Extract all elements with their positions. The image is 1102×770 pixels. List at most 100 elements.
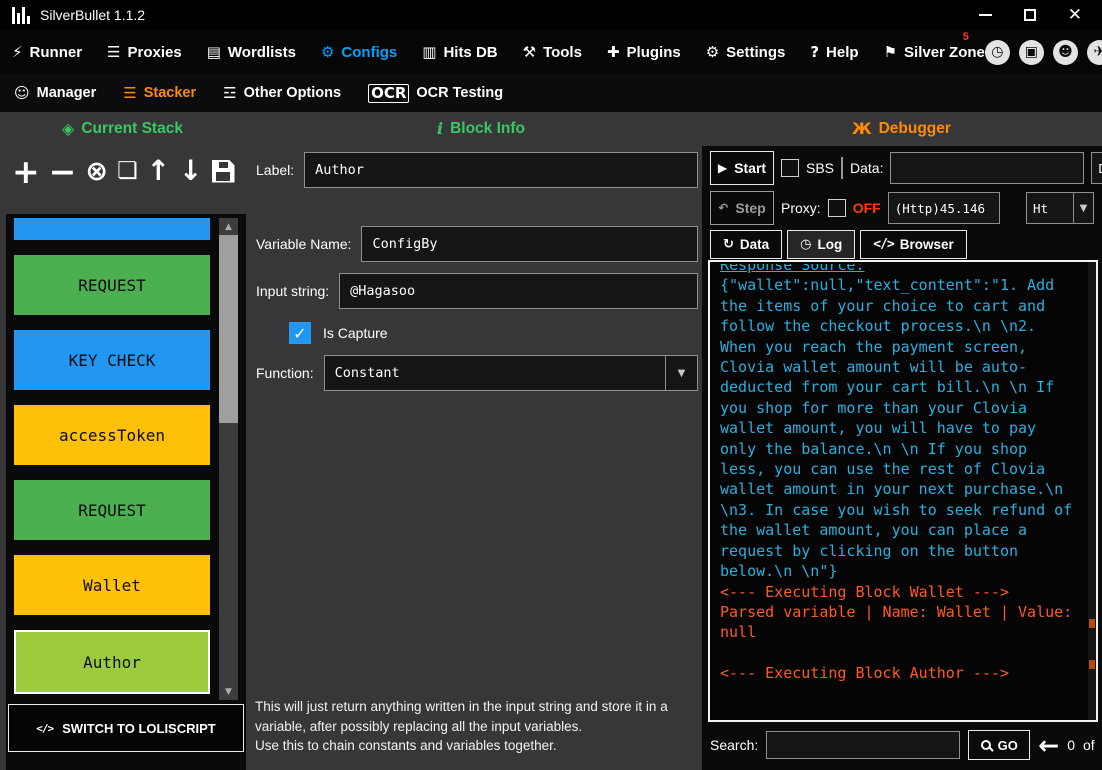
input-string-input[interactable] <box>339 273 698 309</box>
chat-icon: ☻ <box>1058 44 1073 60</box>
menu-item-runner[interactable]: ⚡ Runner <box>12 44 82 61</box>
stack-block[interactable]: Wallet <box>14 555 210 615</box>
function-dropdown[interactable]: Constant ▼ <box>323 355 698 391</box>
settings-icon: ⚙ <box>705 42 720 61</box>
menu-item-wordlists[interactable]: ▤ Wordlists <box>207 44 296 61</box>
menu-item-help[interactable]: ? Help <box>810 44 858 61</box>
submenu-item-manager[interactable]: ☺ Manager <box>14 85 96 101</box>
function-label: Function: <box>256 365 314 381</box>
label-input[interactable] <box>304 152 698 188</box>
block-info-form: Variable Name: Input string: ✓ Is Captur… <box>256 226 698 402</box>
is-capture-checkbox[interactable]: ✓ <box>289 322 311 344</box>
stack-block[interactable]: accessToken <box>14 405 210 465</box>
submenu-item-other-options[interactable]: ☲ Other Options <box>223 85 341 101</box>
menu-item-label: Help <box>826 43 859 61</box>
label-field-row: Label: <box>256 151 698 189</box>
current-stack-title: ◈ Current Stack <box>62 120 183 138</box>
history-button[interactable]: ◷ <box>984 39 1010 65</box>
prev-match-button[interactable]: ← <box>1038 733 1059 758</box>
go-label: GO <box>997 737 1018 753</box>
move-down-icon[interactable]: ↓ <box>179 157 202 185</box>
search-input[interactable] <box>766 731 961 759</box>
menu-item-label: Configs <box>341 43 398 61</box>
search-go-button[interactable]: GO <box>968 730 1031 760</box>
data-type-value: Def <box>1092 161 1102 176</box>
function-value: Constant <box>334 365 400 381</box>
menu-item-proxies[interactable]: ☰ Proxies <box>107 44 182 61</box>
proxy-type-dropdown[interactable]: Ht ▼ <box>1026 192 1094 224</box>
current-stack-label: Current Stack <box>81 120 183 137</box>
input-string-row: Input string: <box>256 273 698 309</box>
window-controls: ✕ <box>978 5 1090 25</box>
data-type-dropdown[interactable]: Def ▼ <box>1091 152 1102 184</box>
log-line: {"wallet":null,"text_content":"1. Add th… <box>720 276 1073 581</box>
stack-scrollbar[interactable]: ▲ ▼ <box>219 218 238 700</box>
debugger-row-2: ↶ Step Proxy: OFF (Http)45.146 Ht ▼ <box>710 190 1094 226</box>
clone-icon[interactable]: ❏ <box>117 159 138 183</box>
menu-item-tools[interactable]: ⚒ Tools <box>523 44 582 61</box>
tab-log[interactable]: ◷ Log <box>787 230 856 259</box>
move-up-icon[interactable]: ↑ <box>147 157 170 185</box>
scroll-up-button[interactable]: ▲ <box>219 218 238 235</box>
chevron-down-icon: ▼ <box>1073 193 1093 223</box>
menu-item-label: Settings <box>726 43 786 61</box>
menu-item-configs[interactable]: ⚙ Configs <box>321 44 397 61</box>
submenu-item-label: OCR Testing <box>416 85 504 101</box>
sbs-checkbox[interactable] <box>781 159 799 177</box>
search-label: Search: <box>710 737 759 753</box>
start-button[interactable]: ▶ Start <box>710 151 774 185</box>
camera-button[interactable]: ▣ <box>1018 39 1044 65</box>
menu-item-hits-db[interactable]: ▥ Hits DB <box>422 44 497 61</box>
log-scrollbar[interactable] <box>1088 262 1096 720</box>
minus-icon[interactable]: − <box>49 155 77 188</box>
is-capture-row: ✓ Is Capture <box>256 320 698 346</box>
variable-name-input[interactable] <box>361 226 698 262</box>
window-title: SilverBullet 1.1.2 <box>40 7 146 23</box>
stack-block[interactable]: REQUEST <box>14 255 210 315</box>
search-icon <box>980 740 991 750</box>
plus-icon[interactable]: + <box>12 155 40 188</box>
stack-block[interactable]: Author <box>14 630 210 694</box>
submenu-item-stacker[interactable]: ☰ Stacker <box>123 85 196 101</box>
submenu-items: ☺ Manager ☰ Stacker ☲ Other Options OCR OCR Tes… <box>14 83 504 103</box>
stack-block[interactable]: KEY CHECK <box>14 218 210 240</box>
save-icon[interactable] <box>211 159 235 183</box>
proxy-value: (Http)45.146 <box>894 200 985 216</box>
remove-icon[interactable]: ⊗ <box>85 158 108 185</box>
stack-block[interactable]: REQUEST <box>14 480 210 540</box>
silverzone-icon: ⚑ <box>883 42 898 61</box>
menubar-actions: ◷ ▣ ☻ ✈ <box>984 39 1102 65</box>
bug-icon: Ж <box>852 119 872 138</box>
chat-button[interactable]: ☻ <box>1052 39 1078 65</box>
data-input[interactable] <box>890 152 1085 184</box>
scroll-thumb[interactable] <box>219 235 238 423</box>
minimize-button[interactable] <box>978 14 992 16</box>
menu-item-settings[interactable]: ⚙ Settings <box>706 44 786 61</box>
telegram-button[interactable]: ✈ <box>1086 39 1102 65</box>
submenu-item-ocr-testing[interactable]: OCR OCR Testing <box>368 83 504 103</box>
proxy-value-box[interactable]: (Http)45.146 <box>887 192 1000 224</box>
menu-item-plugins[interactable]: ✚ Plugins <box>607 44 681 61</box>
close-button[interactable]: ✕ <box>1068 5 1082 25</box>
scroll-down-button[interactable]: ▼ <box>219 683 238 700</box>
tab-browser[interactable]: </> Browser <box>860 230 967 259</box>
menu-item-label: Proxies <box>127 43 182 61</box>
minimize-icon <box>978 14 992 16</box>
data-label: Data: <box>850 160 884 176</box>
configs-icon: ⚙ <box>320 42 335 61</box>
function-row: Function: Constant ▼ <box>256 355 698 391</box>
diamond-icon: ◈ <box>62 119 75 138</box>
maximize-icon <box>1023 9 1036 21</box>
stack-block[interactable]: KEY CHECK <box>14 330 210 390</box>
tab-label: Data <box>739 237 770 252</box>
menu-item-silver-zone[interactable]: ⚑ Silver Zone 5 <box>883 31 985 61</box>
menu-item-label: Plugins <box>626 43 681 61</box>
debugger-label: Debugger <box>878 120 951 137</box>
maximize-button[interactable] <box>1023 9 1036 21</box>
block-info-label: Block Info <box>450 120 525 137</box>
switch-to-loliscript-button[interactable]: </> SWITCH TO LOLISCRIPT <box>8 704 244 752</box>
tab-data[interactable]: ↻ Data <box>710 230 783 259</box>
step-button[interactable]: ↶ Step <box>710 191 774 225</box>
proxy-checkbox[interactable] <box>827 199 846 217</box>
tools-icon: ⚒ <box>522 42 537 61</box>
